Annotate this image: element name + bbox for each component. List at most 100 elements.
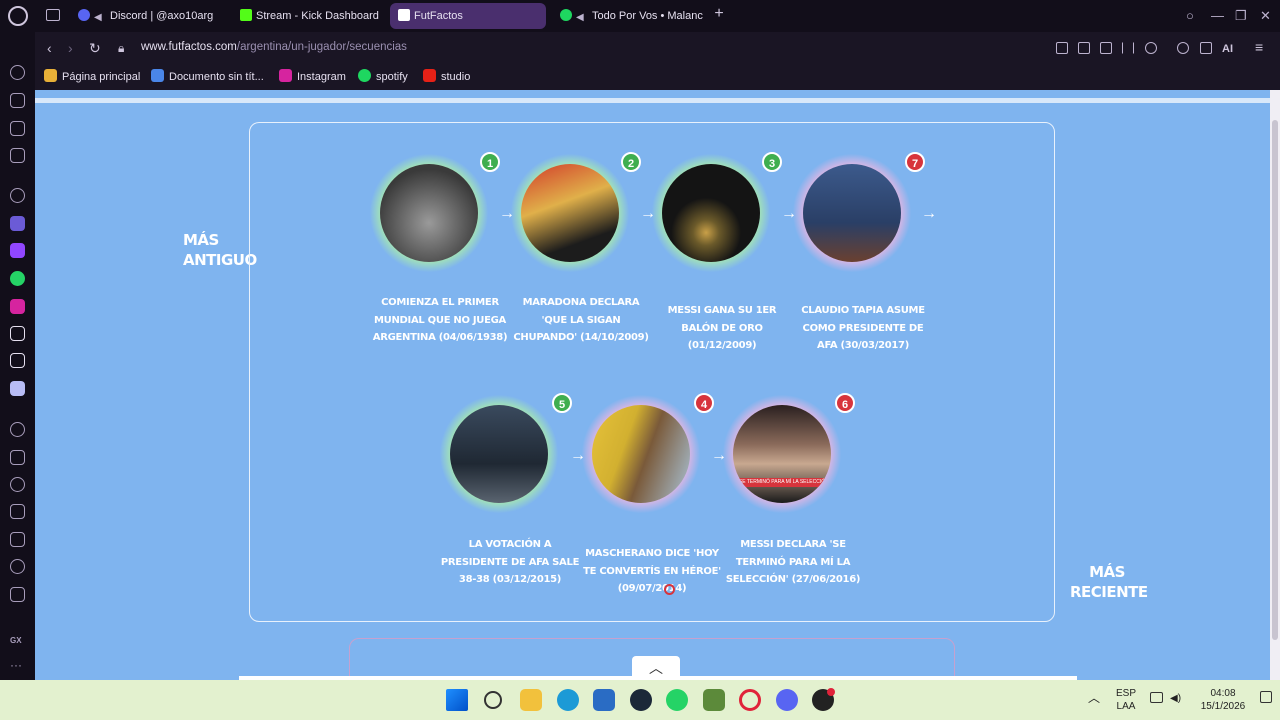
pinboard-icon[interactable] xyxy=(10,532,25,547)
futfactos-icon xyxy=(398,9,410,21)
event-text: MESSI GANA SU 1ER BALÓN DE ORO (01/12/20… xyxy=(667,305,777,351)
not-allowed-cursor-icon xyxy=(664,584,675,595)
restore-button[interactable]: ❐ xyxy=(1235,8,1247,24)
aria-ai-button[interactable]: AI xyxy=(1222,41,1233,57)
menu-icon[interactable]: ≡ xyxy=(1255,39,1263,55)
event-text: MASCHERANO DICE 'HOY TE CONVERTÍS EN HÉR… xyxy=(583,548,721,594)
event-text: COMIENZA EL PRIMER MUNDIAL QUE NO JUEGA … xyxy=(372,297,508,343)
tab-label: Todo Por Vos • Malanc xyxy=(592,10,703,22)
tiktok-icon[interactable] xyxy=(10,326,25,341)
tab-label: Discord | @axo10arg xyxy=(110,10,214,22)
opera-gx-icon[interactable] xyxy=(739,689,761,711)
tab-label: Stream - Kick Dashboard xyxy=(256,10,379,22)
search-tabs-icon[interactable]: ○ xyxy=(1186,8,1194,24)
order-badge: 1 xyxy=(480,152,500,172)
file-explorer-icon[interactable] xyxy=(520,689,542,711)
clock[interactable]: 04:08 15/1/2026 xyxy=(1194,687,1252,713)
shield-icon[interactable] xyxy=(1100,42,1112,54)
spotify-icon xyxy=(560,9,572,21)
bookmarks-icon[interactable] xyxy=(10,504,25,519)
order-badge: 7 xyxy=(905,152,925,172)
order-badge: 3 xyxy=(762,152,782,172)
bookmark-label: spotify xyxy=(376,71,408,83)
send-icon[interactable] xyxy=(1122,42,1134,54)
back-button[interactable]: ‹ xyxy=(47,40,52,56)
photo-maradona xyxy=(521,164,619,262)
more-icon[interactable]: ··· xyxy=(10,659,25,675)
minimize-button[interactable]: — xyxy=(1211,8,1224,24)
twitch-icon[interactable] xyxy=(10,243,25,258)
discord-icon[interactable] xyxy=(776,689,798,711)
docs-icon xyxy=(151,69,164,82)
tab-discord[interactable]: ◀ Discord | @axo10arg xyxy=(70,3,226,29)
network-icon[interactable] xyxy=(1150,692,1163,703)
oldest-label: MÁS ANTIGUO xyxy=(183,231,257,269)
steam-icon[interactable] xyxy=(630,689,652,711)
bookmark-label: studio xyxy=(441,71,471,83)
edge-icon[interactable] xyxy=(557,689,579,711)
opera-logo-icon[interactable] xyxy=(8,6,28,26)
search-icon[interactable] xyxy=(484,691,502,709)
downloads-icon[interactable] xyxy=(10,587,25,602)
extensions-icon[interactable] xyxy=(10,450,25,465)
order-badge: 5 xyxy=(552,393,572,413)
bookmark-instagram[interactable]: Instagram xyxy=(279,69,346,84)
forward-button[interactable]: › xyxy=(68,40,73,56)
heart-icon[interactable] xyxy=(1145,42,1157,54)
mail-icon[interactable] xyxy=(10,148,25,163)
notifications-icon[interactable] xyxy=(1260,691,1272,703)
volume-icon[interactable]: ◀) xyxy=(1170,692,1181,705)
page-content: MÁS ANTIGUO MÁS RECIENTE 1 COMIENZA EL P… xyxy=(35,90,1270,680)
tab-bar: ◀ Discord | @axo10arg Stream - Kick Dashb… xyxy=(0,0,1280,32)
chatgpt-icon[interactable] xyxy=(10,188,25,203)
history-icon[interactable] xyxy=(10,559,25,574)
photo-messi-balon xyxy=(662,164,760,262)
tab-spotify[interactable]: ◀ Todo Por Vos • Malanc xyxy=(552,3,704,29)
youtube-icon xyxy=(423,69,436,82)
arrow-icon: → xyxy=(921,205,937,222)
favorites-icon[interactable] xyxy=(10,477,25,492)
x-icon[interactable] xyxy=(10,353,25,368)
order-badge: 4 xyxy=(694,393,714,413)
workspaces-icon[interactable] xyxy=(46,9,60,21)
lang-top: ESP xyxy=(1115,688,1136,699)
gx-corner-icon[interactable]: GX xyxy=(10,633,25,648)
bookmark-pagina-principal[interactable]: Página principal xyxy=(44,69,140,84)
news-icon[interactable] xyxy=(10,121,25,136)
tab-futfactos[interactable]: FutFactos xyxy=(390,3,546,29)
whatsapp-icon[interactable] xyxy=(666,689,688,711)
event-text: CLAUDIO TAPIA ASUME COMO PRESIDENTE DE A… xyxy=(801,305,925,351)
scrollbar-thumb[interactable] xyxy=(1272,120,1278,640)
tab-kick[interactable]: Stream - Kick Dashboard xyxy=(232,3,384,29)
store-icon[interactable] xyxy=(593,689,615,711)
bookmark-spotify[interactable]: spotify xyxy=(358,69,408,84)
chatsonic-icon[interactable] xyxy=(10,216,25,231)
collapse-up-button[interactable]: ︿ xyxy=(632,656,680,680)
close-button[interactable]: ✕ xyxy=(1260,8,1271,24)
windows-start-icon[interactable] xyxy=(446,689,468,711)
url-field[interactable]: www.futfactos.com/argentina/un-jugador/s… xyxy=(141,41,407,53)
snapshot-icon[interactable] xyxy=(1078,42,1090,54)
pin-icon[interactable] xyxy=(1056,42,1068,54)
ai-label: AI xyxy=(1222,43,1233,55)
minecraft-icon[interactable] xyxy=(703,689,725,711)
photo-tapia xyxy=(803,164,901,262)
bookmark-documento[interactable]: Documento sin tít... xyxy=(151,69,264,84)
tab-label: FutFactos xyxy=(414,10,463,22)
player-icon[interactable] xyxy=(10,93,25,108)
speed-dial-icon[interactable] xyxy=(10,65,25,80)
bookmark-studio[interactable]: studio xyxy=(423,69,470,84)
discord-icon[interactable] xyxy=(10,381,25,396)
tray-chevron-icon[interactable]: ︿ xyxy=(1088,692,1100,705)
clock-time: 04:08 xyxy=(1210,688,1236,699)
new-tab-button[interactable]: + xyxy=(711,6,727,22)
reload-button[interactable]: ↻ xyxy=(89,40,101,56)
lock-icon: 🔒︎ xyxy=(118,41,125,55)
instagram-icon[interactable] xyxy=(10,299,25,314)
language-indicator[interactable]: ESP LAA xyxy=(1112,687,1140,713)
whatsapp-icon[interactable] xyxy=(10,271,25,286)
profile-icon[interactable] xyxy=(1177,42,1189,54)
music-player-icon[interactable] xyxy=(10,422,25,437)
download-icon[interactable] xyxy=(1200,42,1212,54)
folder-icon xyxy=(44,69,57,82)
